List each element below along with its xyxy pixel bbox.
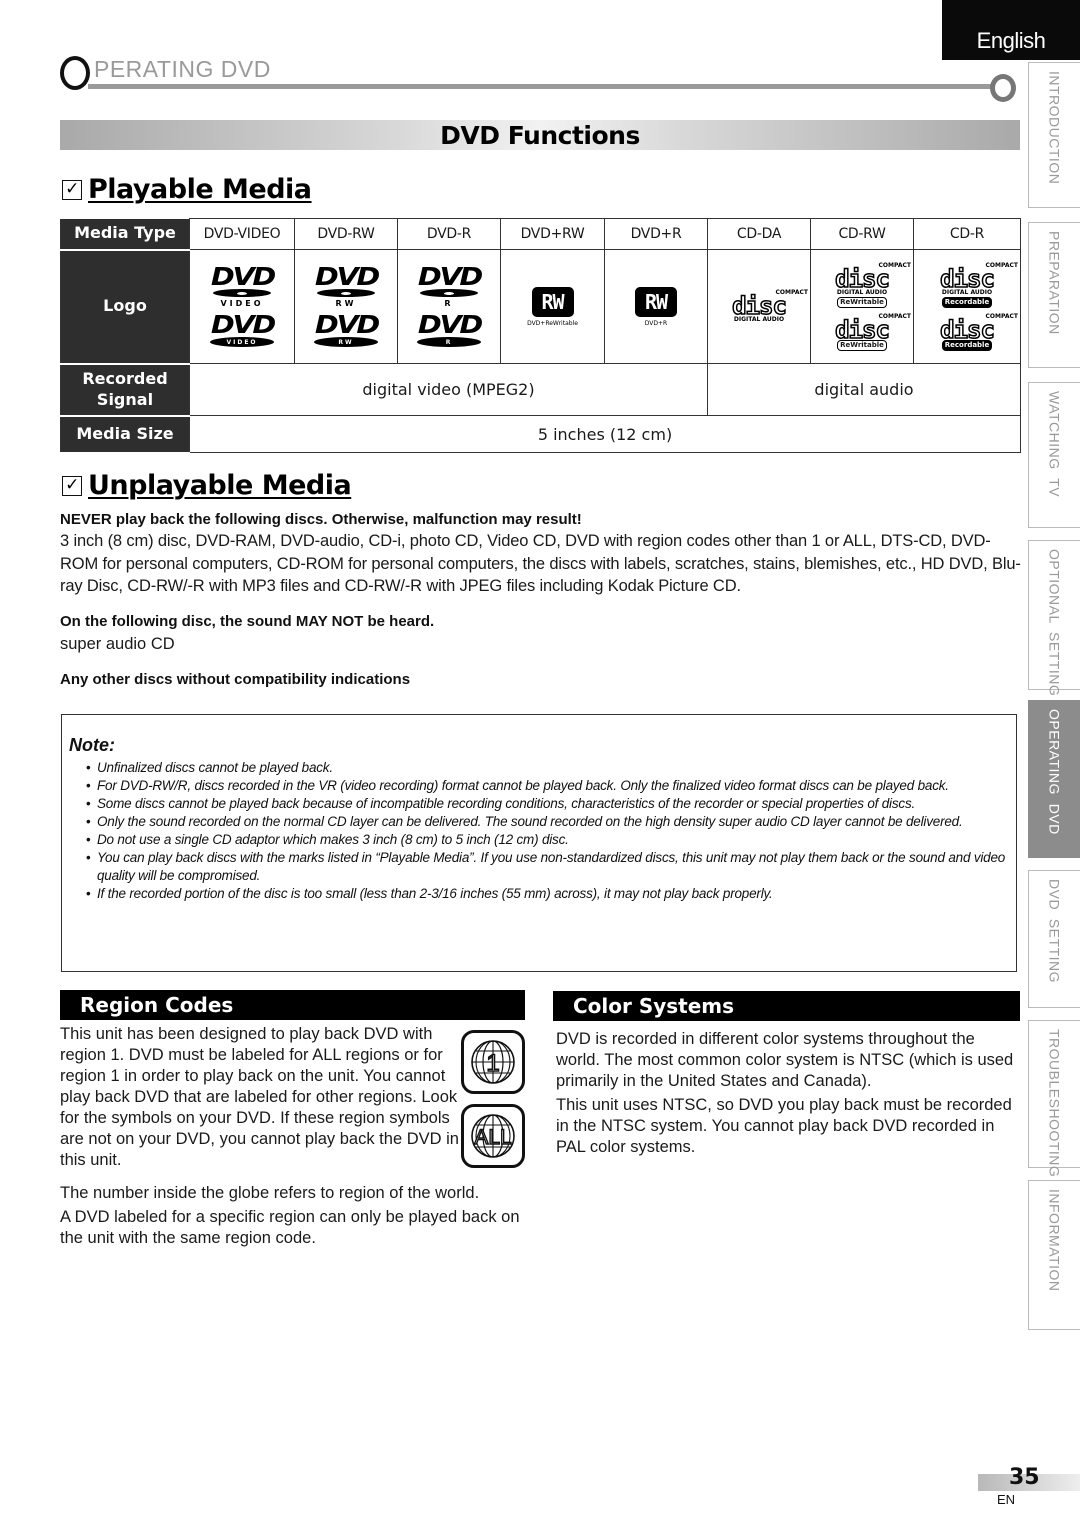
column-header: DVD-RW (294, 218, 398, 250)
dvd-video-logo: DVD VIDEO (210, 262, 275, 308)
sound-warning-disc: super audio CD (60, 635, 175, 653)
playable-media-table: Media Type DVD-VIDEO DVD-RW DVD-R DVD+RW… (60, 218, 1021, 454)
column-header: CD-R (913, 218, 1021, 250)
side-tab-information[interactable]: INFORMATION (1028, 1180, 1080, 1330)
color-systems-heading: Color Systems (553, 991, 1020, 1021)
compact-disc-rewritable-logo: COMPACT disc DIGITAL AUDIO ReWritable (834, 262, 911, 308)
section-banner: DVD Functions (60, 120, 1020, 150)
color-systems-text: This unit uses NTSC, so DVD you play bac… (556, 1096, 1012, 1156)
row-header-logo: Logo (60, 249, 190, 365)
unplayable-media-heading: ✓ Unplayable Media (62, 470, 352, 501)
note-item: Some discs cannot be played back because… (86, 795, 1018, 813)
side-tab-operating-dvd[interactable]: OPERATING DVD (1028, 700, 1080, 858)
recorded-signal-row: Recorded Signal digital video (MPEG2) di… (60, 363, 1021, 417)
logo-row: Logo DVD VIDEO DVD VIDEO DVD RW DVD RW DVD (60, 249, 1021, 365)
column-header: DVD+R (604, 218, 708, 250)
region-codes-text: This unit has been designed to play back… (60, 1025, 459, 1169)
logo-cell: RW DVD+R (604, 249, 708, 364)
unplayable-media-title: Unplayable Media (88, 470, 352, 501)
media-size-value: 5 inches (12 cm) (189, 415, 1021, 453)
row-header-recorded-signal: Recorded Signal (60, 363, 190, 417)
dvd-rw-logo: DVD RW (314, 262, 379, 308)
dvd-video-logo-alt: DVD VIDEO (210, 310, 276, 347)
page-language-code: EN (997, 1492, 1016, 1507)
page-number: 35 (1009, 1465, 1040, 1490)
never-play-warning: NEVER play back the following discs. Oth… (60, 511, 582, 528)
dvd-r-logo-alt: DVD R (417, 310, 483, 347)
color-systems-text: DVD is recorded in different color syste… (556, 1030, 1014, 1090)
sound-warning: On the following disc, the sound MAY NOT… (60, 613, 435, 630)
chapter-divider (88, 84, 993, 89)
region-codes-heading: Region Codes (60, 990, 525, 1020)
row-header-media-size: Media Size (60, 415, 190, 454)
compact-disc-recordable-logo: COMPACT disc DIGITAL AUDIO Recordable (939, 262, 1018, 308)
column-header: DVD+RW (500, 218, 605, 250)
section-title: DVD Functions (440, 120, 640, 150)
compact-disc-recordable-logo-alt: COMPACT disc Recordable (939, 313, 1018, 351)
note-item: If the recorded portion of the disc is t… (86, 885, 1018, 903)
note-item: For DVD-RW/R, discs recorded in the VR (… (86, 777, 1018, 795)
side-tab-optional-setting[interactable]: OPTIONAL SETTING (1028, 540, 1080, 696)
signal-dvd: digital video (MPEG2) (189, 363, 708, 416)
note-item: Do not use a single CD adaptor which mak… (86, 831, 1018, 849)
media-size-row: Media Size 5 inches (12 cm) (60, 415, 1021, 454)
side-tab-watching-tv[interactable]: WATCHING TV (1028, 382, 1080, 528)
note-item: Unfinalized discs cannot be played back. (86, 759, 1018, 777)
unplayable-disc-list: 3 inch (8 cm) disc, DVD-RAM, DVD-audio, … (60, 532, 1021, 595)
logo-cell: DVD VIDEO DVD VIDEO (189, 249, 295, 364)
side-tab-dvd-setting[interactable]: DVD SETTING (1028, 870, 1080, 1008)
dvd-plus-r-logo: RW DVD+R (605, 286, 707, 327)
region-1-globe-icon: 1 (461, 1030, 525, 1094)
chapter-divider-end-circle (990, 74, 1016, 102)
note-list: Unfinalized discs cannot be played back.… (86, 759, 1018, 903)
chapter-title: PERATING DVD (94, 56, 271, 82)
compact-disc-rewritable-logo-alt: COMPACT disc ReWritable (834, 313, 911, 351)
region-symbol-all: ALL (474, 1126, 511, 1149)
logo-cell: COMPACT disc DIGITAL AUDIO (707, 249, 811, 364)
column-header: DVD-VIDEO (189, 218, 295, 250)
note-item: You can play back discs with the marks l… (86, 849, 1018, 884)
logo-cell: COMPACT disc DIGITAL AUDIO Recordable CO… (913, 249, 1021, 364)
region-all-globe-icon: ALL (461, 1104, 525, 1168)
row-header-media-type: Media Type (60, 218, 190, 251)
signal-cd: digital audio (707, 363, 1021, 416)
note-label: Note: (69, 735, 115, 755)
note-item: Only the sound recorded on the normal CD… (86, 813, 1018, 831)
region-codes-note: A DVD labeled for a specific region can … (60, 1208, 520, 1247)
column-header: CD-DA (707, 218, 811, 250)
column-header: DVD-R (397, 218, 501, 250)
logo-cell: DVD RW DVD RW (294, 249, 398, 364)
column-header: CD-RW (810, 218, 914, 250)
other-discs-warning: Any other discs without compatibility in… (60, 671, 411, 688)
dvd-rw-logo-alt: DVD RW (314, 310, 380, 347)
dvd-plus-rw-logo: RW DVD+ReWritable (501, 286, 604, 327)
logo-cell: DVD R DVD R (397, 249, 501, 364)
side-tab-preparation[interactable]: PREPARATION (1028, 222, 1080, 368)
region-symbol-1: 1 (486, 1050, 499, 1077)
chapter-initial-circle (60, 56, 90, 90)
checkbox-icon: ✓ (62, 475, 82, 496)
checkbox-icon: ✓ (62, 179, 82, 200)
compact-disc-digital-audio-logo: COMPACT disc DIGITAL AUDIO (731, 289, 808, 323)
playable-media-title: Playable Media (88, 174, 312, 205)
dvd-r-logo: DVD R (417, 262, 482, 308)
playable-media-heading: ✓ Playable Media (62, 174, 312, 205)
side-tab-troubleshooting[interactable]: TROUBLESHOOTING (1028, 1020, 1080, 1177)
region-codes-note: The number inside the globe refers to re… (60, 1184, 480, 1202)
language-tab: English (942, 0, 1080, 60)
logo-cell: RW DVD+ReWritable (500, 249, 605, 364)
media-type-row: Media Type DVD-VIDEO DVD-RW DVD-R DVD+RW… (60, 218, 1021, 251)
logo-cell: COMPACT disc DIGITAL AUDIO ReWritable CO… (810, 249, 914, 364)
side-tab-introduction[interactable]: INTRODUCTION (1028, 62, 1080, 208)
